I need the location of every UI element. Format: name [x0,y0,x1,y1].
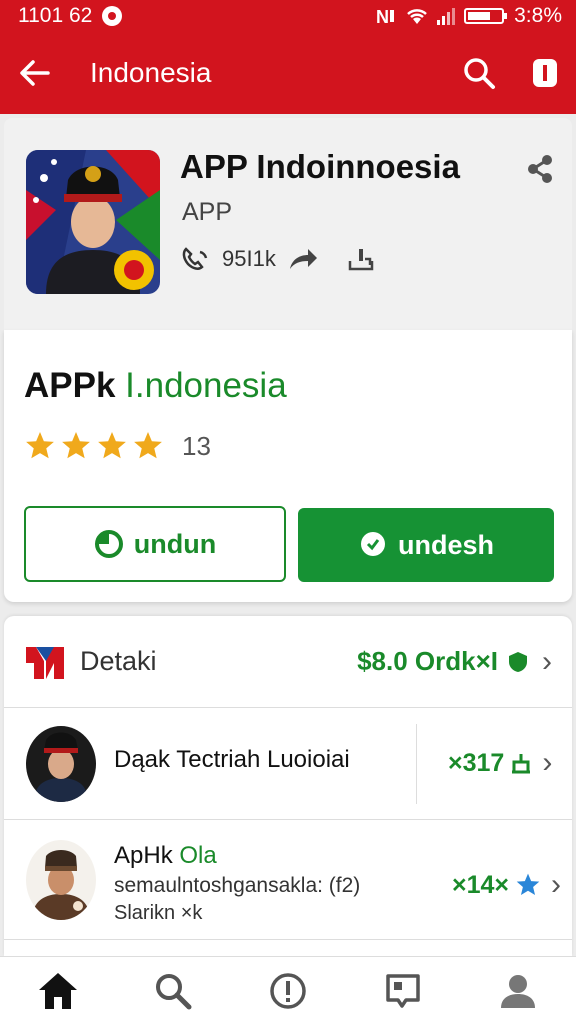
phone-icon [182,247,208,270]
search-button[interactable] [462,56,496,90]
nav-library[interactable] [373,961,433,1021]
nav-home[interactable] [28,961,88,1021]
avatar [26,726,96,802]
home-icon [38,972,77,1009]
nav-profile[interactable] [488,961,548,1021]
app-meta-row: 95I1k [180,246,376,272]
star-icon [134,432,162,459]
details-value: $8.0 Ordk×I › [357,645,552,679]
chevron-right-icon: › [542,644,552,678]
share-button[interactable] [526,154,554,184]
list-item-title-accent: Ola [179,842,217,869]
profile-icon [501,974,536,1008]
app-icon[interactable] [26,150,160,294]
svg-text:N: N [376,7,389,26]
undesh-button-label: undesh [397,529,494,560]
alert-icon [270,972,306,1009]
main-title: APPk I.ndonesia [24,366,287,406]
battery-percent: 3:8% [514,4,562,27]
arrow-left-icon [20,60,50,86]
details-header[interactable]: Detaki $8.0 Ordk×I › [4,616,572,708]
wifi-icon [407,9,427,24]
main-title-accent: I.ndonesia [125,366,287,405]
overflow-menu-button[interactable] [532,58,558,88]
list-item-value: ×317 › [448,746,552,780]
chevron-right-icon: › [551,868,562,901]
forward-icon[interactable] [288,247,318,271]
rating-row: 13 [24,430,211,462]
nav-search[interactable] [143,961,203,1021]
chevron-right-icon: › [542,746,553,779]
list-item-title: ApHk Ola [114,842,217,870]
undun-button[interactable]: undun [24,506,286,582]
download-icon[interactable] [346,247,376,271]
status-bar: 1101 62 N 3:8% [0,0,576,32]
main-card: APPk I.ndonesia 13 undun undesh [4,330,572,602]
list-item-title-main: ApHk [114,842,180,869]
divider [416,724,417,804]
chat-icon [360,532,385,556]
shield-icon [509,651,527,672]
notification-icon [102,6,123,26]
meta-count: 95I1k [222,246,276,271]
undesh-button[interactable]: undesh [298,508,554,582]
search-icon [464,58,495,89]
clock-icon [94,530,123,558]
search-icon [155,973,192,1009]
main-title-main: APPk [24,366,126,405]
star-icon [62,432,90,459]
nfc-icon: N [376,7,395,26]
star-icon [98,432,126,459]
bottom-nav [0,956,576,1024]
overflow-icon [533,59,557,87]
list-item-value-text: ×14× [452,870,510,899]
list-item-value: ×14× › [452,868,561,902]
rating-count: 13 [182,430,211,461]
signal-icon [437,8,456,25]
book-icon [386,973,420,1008]
battery-icon [464,8,508,24]
app-name: APP Indoinnoesia [180,148,460,185]
undun-button-label: undun [133,528,217,559]
star-icon [26,432,54,459]
list-item-name: Dąak Tectriah Luoioiai [114,746,350,773]
list-item-value-text: ×317 [448,748,505,777]
app-bar: Indonesia [0,32,576,114]
back-button[interactable] [18,58,52,88]
status-time: 1101 62 [18,4,93,27]
list-item[interactable]: ApHk Ola semaulntoshgansakla: (f2) Slari… [4,820,572,940]
page-title: Indonesia [90,57,212,88]
nav-alerts[interactable] [258,961,318,1021]
list-item-subtext: Slarikn ×k [114,902,203,924]
app-header-card: APP Indoinnoesia APP 95I1k [4,118,572,330]
avatar [26,840,96,920]
app-subtitle: APP [182,198,233,226]
share-icon [528,155,552,183]
list-item[interactable]: Dąak Tectriah Luoioiai ×317 › [4,708,572,820]
building-icon [512,754,531,774]
details-card: Detaki $8.0 Ordk×I › Dąak Tectriah Luoio… [4,616,572,956]
list-item-description: semaulntoshgansakla: (f2) [114,874,361,897]
details-label: Detaki [80,646,157,676]
star-icon [516,873,540,895]
brand-logo-icon [26,646,64,679]
details-value-text: $8.0 Ordk×I [357,646,498,676]
